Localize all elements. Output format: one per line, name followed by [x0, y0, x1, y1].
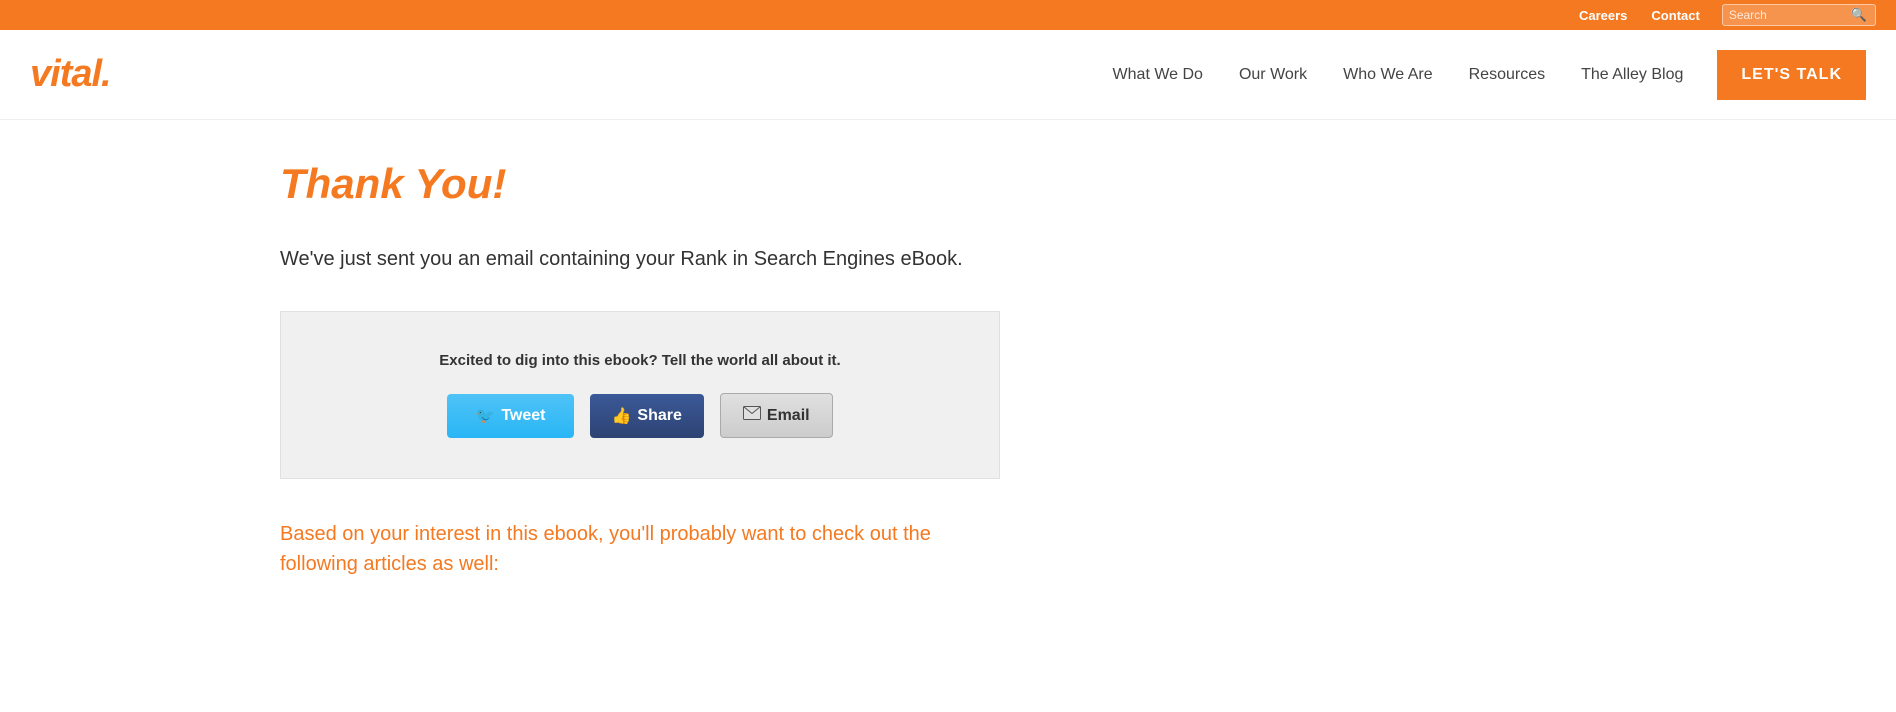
search-input[interactable]: [1729, 8, 1849, 22]
nav-item-alley-blog: The Alley Blog: [1563, 66, 1701, 84]
tweet-button[interactable]: 🐦 Tweet: [447, 394, 573, 438]
search-form: 🔍: [1722, 4, 1876, 26]
careers-link[interactable]: Careers: [1567, 0, 1639, 30]
share-prompt: Excited to dig into this ebook? Tell the…: [301, 352, 979, 369]
thumbs-up-icon: 👍: [612, 406, 632, 426]
nav-item-resources: Resources: [1451, 66, 1563, 84]
search-button[interactable]: 🔍: [1849, 7, 1869, 23]
email-button[interactable]: Email: [720, 393, 833, 438]
lets-talk-button[interactable]: LET'S TALK: [1717, 50, 1866, 100]
facebook-share-button[interactable]: 👍 Share: [590, 394, 704, 438]
nav-link-our-work[interactable]: Our Work: [1221, 66, 1325, 84]
nav-link-who-we-are[interactable]: Who We Are: [1325, 66, 1451, 84]
nav-item-our-work: Our Work: [1221, 66, 1325, 84]
main-content: Thank You! We've just sent you an email …: [0, 120, 1280, 639]
email-label: Email: [767, 407, 810, 425]
nav-links: What We Do Our Work Who We Are Resources…: [1095, 66, 1702, 84]
share-buttons: 🐦 Tweet 👍 Share Email: [301, 393, 979, 438]
tweet-label: Tweet: [501, 407, 545, 425]
nav-item-what-we-do: What We Do: [1095, 66, 1221, 84]
envelope-icon: [743, 406, 761, 425]
page-heading: Thank You!: [280, 160, 1000, 208]
nav-link-what-we-do[interactable]: What We Do: [1095, 66, 1221, 84]
share-label: Share: [637, 407, 681, 425]
contact-link[interactable]: Contact: [1639, 0, 1711, 30]
main-nav: vital. What We Do Our Work Who We Are Re…: [0, 30, 1896, 120]
related-articles-text: Based on your interest in this ebook, yo…: [280, 519, 1000, 579]
twitter-icon: 🐦: [475, 406, 495, 426]
top-bar: Careers Contact 🔍: [0, 0, 1896, 30]
nav-item-who-we-are: Who We Are: [1325, 66, 1451, 84]
share-box: Excited to dig into this ebook? Tell the…: [280, 311, 1000, 479]
confirmation-message: We've just sent you an email containing …: [280, 248, 1000, 271]
site-logo[interactable]: vital.: [30, 53, 111, 96]
nav-link-alley-blog[interactable]: The Alley Blog: [1563, 66, 1701, 84]
nav-link-resources[interactable]: Resources: [1451, 66, 1563, 84]
